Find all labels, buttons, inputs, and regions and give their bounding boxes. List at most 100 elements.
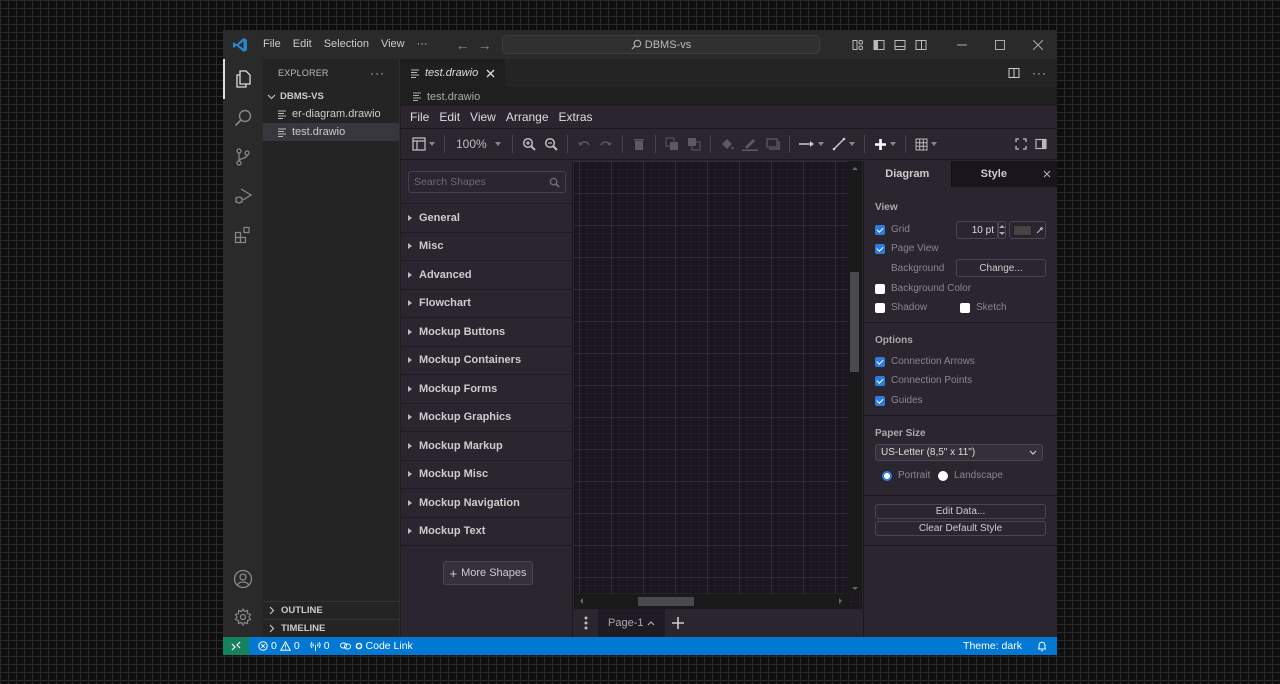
menu-edit[interactable]: Edit [287,30,318,59]
edit-data-button[interactable]: Edit Data... [875,504,1046,519]
shape-category[interactable]: Mockup Misc [401,461,572,489]
page-view-option[interactable]: Page View [875,243,939,254]
toggle-sidebar-icon[interactable] [868,30,889,59]
paper-size-select[interactable]: US-Letter (8,5" x 11") [875,444,1043,461]
fullscreen-button[interactable] [1011,132,1031,156]
search-icon[interactable] [549,177,560,188]
shape-category[interactable]: Mockup Buttons [401,318,572,347]
shape-category[interactable]: Mockup Markup [401,432,572,461]
zoom-in-button[interactable] [518,132,540,156]
grid-size-input[interactable]: 10 pt [956,221,998,239]
drawio-menu-file[interactable]: File [405,110,434,124]
explorer-more-button[interactable]: ··· [370,66,385,80]
minimize-button[interactable] [943,30,981,59]
maximize-button[interactable] [981,30,1019,59]
diagram-canvas[interactable] [574,161,862,608]
remote-indicator[interactable] [223,637,249,655]
undo-button[interactable] [573,132,595,156]
menu-more[interactable]: ··· [411,30,434,59]
drawio-menu-view[interactable]: View [465,110,501,124]
customize-layout-icon[interactable] [847,30,868,59]
theme-indicator[interactable]: Theme: dark [958,640,1032,652]
tab-style[interactable]: Style [950,161,1037,187]
portrait-option[interactable]: Portrait [882,470,930,481]
shape-category[interactable]: Advanced [401,261,572,290]
guides-checkbox[interactable] [875,395,885,406]
activity-explorer[interactable] [223,59,263,99]
breadcrumb-file[interactable]: test.drawio [427,91,480,103]
shape-category[interactable]: Mockup Containers [401,347,572,375]
drawio-menu-edit[interactable]: Edit [434,110,465,124]
shape-category[interactable]: Mockup Forms [401,375,572,404]
command-center-search[interactable]: DBMS-vs [502,35,820,54]
more-actions-icon[interactable]: ··· [1032,66,1047,80]
close-button[interactable] [1019,30,1057,59]
toggle-panel-icon[interactable] [889,30,910,59]
activity-run-debug[interactable] [223,176,263,216]
search-shapes-input[interactable]: Search Shapes [408,171,566,193]
activity-manage[interactable] [223,597,263,637]
shadow-checkbox[interactable] [875,302,885,313]
timeline-section[interactable]: TIMELINE [263,619,400,637]
vertical-scrollbar[interactable] [848,161,862,594]
shape-category[interactable]: General [401,204,572,233]
connection-points-checkbox[interactable] [875,375,885,386]
to-back-button[interactable] [683,132,705,156]
sketch-option[interactable]: Sketch [960,302,1007,313]
horizontal-scroll-thumb[interactable] [638,597,694,606]
activity-accounts[interactable] [223,559,263,599]
shape-category[interactable]: Mockup Graphics [401,404,572,432]
portrait-radio[interactable] [882,470,892,481]
zoom-dropdown[interactable]: 100% [450,132,507,156]
close-icon[interactable] [486,69,495,78]
close-format-panel[interactable] [1036,161,1057,187]
line-color-button[interactable] [738,132,762,156]
connection-button[interactable] [795,132,828,156]
shape-category[interactable]: Flowchart [401,290,572,318]
file-test[interactable]: test.drawio [263,123,399,141]
outline-section[interactable]: OUTLINE [263,601,400,619]
landscape-option[interactable]: Landscape [938,470,1003,481]
folder-dbms-vs[interactable]: DBMS-VS [263,87,399,105]
split-editor-icon[interactable] [1008,67,1020,79]
background-color-option[interactable]: Background Color [875,283,971,294]
background-color-checkbox[interactable] [875,283,885,294]
redo-button[interactable] [595,132,617,156]
landscape-radio[interactable] [938,470,948,481]
stepper-up-icon[interactable] [999,224,1005,228]
menu-file[interactable]: File [257,30,287,59]
insert-button[interactable] [870,132,900,156]
forward-arrow-icon[interactable]: → [478,37,492,53]
activity-search[interactable] [223,98,263,138]
connection-points-option[interactable]: Connection Points [875,375,972,386]
shape-category[interactable]: Misc [401,233,572,261]
pages-menu-button[interactable] [574,609,598,637]
menu-selection[interactable]: Selection [318,30,375,59]
grid-size-stepper[interactable] [998,221,1006,239]
shadow-button[interactable] [762,132,784,156]
zoom-out-button[interactable] [540,132,562,156]
to-front-button[interactable] [661,132,683,156]
horizontal-scrollbar[interactable] [574,594,848,608]
grid-color-picker[interactable] [1009,221,1046,239]
delete-button[interactable] [628,132,650,156]
notifications-button[interactable] [1032,641,1057,652]
vertical-scroll-thumb[interactable] [850,272,859,372]
clear-default-style-button[interactable]: Clear Default Style [875,521,1046,536]
activity-extensions[interactable] [223,215,263,255]
page-view-checkbox[interactable] [875,243,885,254]
tab-diagram[interactable]: Diagram [864,161,951,187]
fill-color-button[interactable] [716,132,738,156]
guides-option[interactable]: Guides [875,395,923,406]
menu-view[interactable]: View [375,30,411,59]
back-arrow-icon[interactable]: ← [456,37,470,53]
ports-indicator[interactable]: 0 [305,640,335,652]
code-link-indicator[interactable]: Code Link [335,640,418,652]
page-tab[interactable]: Page-1 [598,609,666,637]
drawio-menu-extras[interactable]: Extras [554,110,598,124]
tab-test-drawio[interactable]: test.drawio [401,59,506,87]
chevron-up-icon[interactable] [647,620,655,626]
shadow-option[interactable]: Shadow [875,302,927,313]
drawio-menu-arrange[interactable]: Arrange [501,110,554,124]
add-page-button[interactable] [665,609,691,637]
